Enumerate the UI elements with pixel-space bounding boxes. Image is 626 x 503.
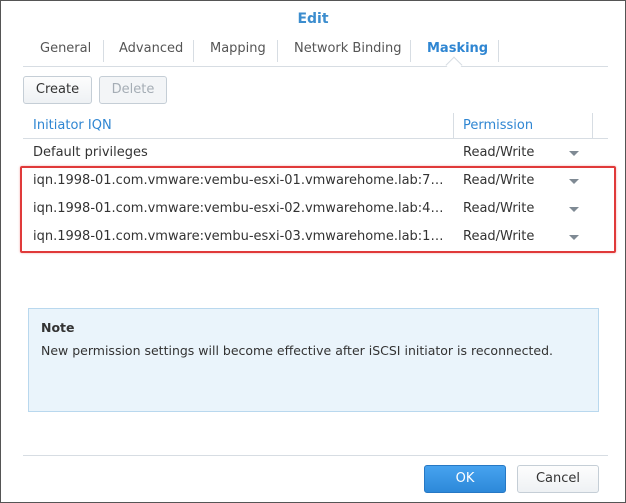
tab-separator xyxy=(103,40,104,62)
column-header-permission[interactable]: Permission xyxy=(463,113,533,139)
footer-divider xyxy=(23,455,608,456)
dialog-title: Edit xyxy=(297,11,329,27)
column-divider xyxy=(592,113,593,139)
column-header-initiator-iqn[interactable]: Initiator IQN xyxy=(33,113,112,139)
note-panel: Note New permission settings will become… xyxy=(28,308,599,412)
table-row[interactable]: Default privileges Read/Write xyxy=(23,139,608,167)
ok-button[interactable]: OK xyxy=(424,465,506,493)
permission-cell[interactable]: Read/Write xyxy=(463,139,534,167)
tab-mapping[interactable]: Mapping xyxy=(210,37,266,67)
initiator-iqn-cell: Default privileges xyxy=(33,145,148,160)
note-title: Note xyxy=(41,320,75,335)
tab-general[interactable]: General xyxy=(40,37,91,67)
chevron-down-icon[interactable] xyxy=(569,151,579,156)
tab-separator xyxy=(410,40,411,62)
create-button[interactable]: Create xyxy=(23,76,92,104)
edit-dialog: Edit General Advanced Mapping Network Bi… xyxy=(0,0,626,503)
cancel-button[interactable]: Cancel xyxy=(517,465,599,493)
column-divider xyxy=(453,113,454,139)
table-header: Initiator IQN Permission xyxy=(23,113,608,139)
delete-button[interactable]: Delete xyxy=(99,76,167,104)
tab-separator xyxy=(193,40,194,62)
tab-network-binding[interactable]: Network Binding xyxy=(294,37,402,67)
tab-separator xyxy=(277,40,278,62)
note-text: New permission settings will become effe… xyxy=(41,343,553,358)
tab-separator xyxy=(498,40,499,62)
tab-advanced[interactable]: Advanced xyxy=(119,37,183,67)
tab-bar: General Advanced Mapping Network Binding… xyxy=(23,37,608,74)
highlight-box xyxy=(20,166,616,253)
